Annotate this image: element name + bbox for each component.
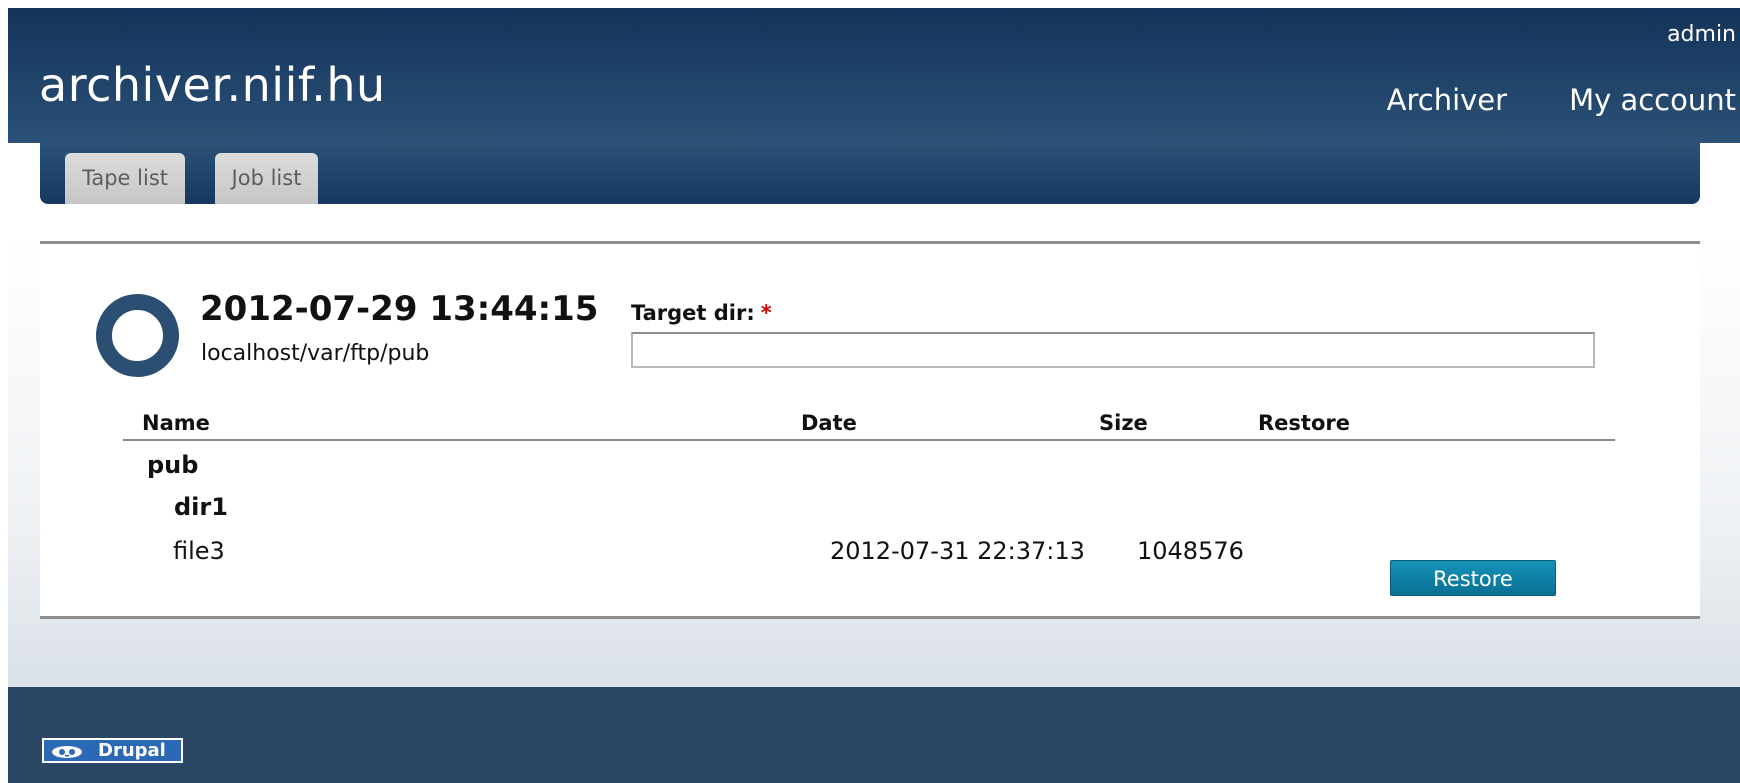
- drupal-badge-inner: Drupal: [44, 740, 181, 761]
- powered-by-drupal-badge[interactable]: Drupal: [41, 737, 184, 764]
- column-header-name: Name: [142, 411, 210, 435]
- target-dir-input[interactable]: [631, 332, 1595, 368]
- site-name[interactable]: archiver.niif.hu: [39, 58, 386, 112]
- menu-item-archiver[interactable]: Archiver: [1387, 83, 1507, 117]
- target-dir-label-text: Target dir:: [631, 301, 755, 325]
- file-size: 1048576: [1137, 537, 1244, 565]
- file-date: 2012-07-31 22:37:13: [830, 537, 1085, 565]
- tab-bar: Tape list Job list: [40, 143, 1700, 204]
- site-header: archiver.niif.hu admin Archiver My accou…: [8, 8, 1740, 143]
- page: archiver.niif.hu admin Archiver My accou…: [8, 8, 1740, 783]
- tree-row-pub: pub: [147, 451, 199, 479]
- archive-date: 2012-07-29 13:44:15: [200, 289, 599, 329]
- main-content: 2012-07-29 13:44:15 localhost/var/ftp/pu…: [40, 241, 1700, 619]
- tab-job-list[interactable]: Job list: [215, 153, 318, 204]
- tab-tape-list[interactable]: Tape list: [65, 153, 185, 204]
- drupal-drop-icon: [44, 740, 90, 761]
- site-footer: Drupal: [8, 687, 1740, 783]
- drupal-badge-text: Drupal: [98, 740, 166, 761]
- user-link[interactable]: admin: [1667, 22, 1736, 47]
- main-menu: Archiver My account: [1387, 83, 1736, 117]
- tree-row-dir1: dir1: [174, 493, 228, 521]
- target-dir-label: Target dir: *: [631, 301, 772, 325]
- menu-item-my-account[interactable]: My account: [1569, 83, 1736, 117]
- column-header-restore: Restore: [1258, 411, 1350, 435]
- file-name: file3: [173, 537, 225, 565]
- table-header: Name Date Size Restore: [123, 405, 1615, 441]
- column-header-size: Size: [1099, 411, 1148, 435]
- restore-button[interactable]: Restore: [1390, 560, 1556, 596]
- required-marker: *: [760, 301, 772, 325]
- archive-path: localhost/var/ftp/pub: [201, 341, 430, 366]
- column-header-date: Date: [801, 411, 857, 435]
- archive-ring-icon: [96, 294, 179, 377]
